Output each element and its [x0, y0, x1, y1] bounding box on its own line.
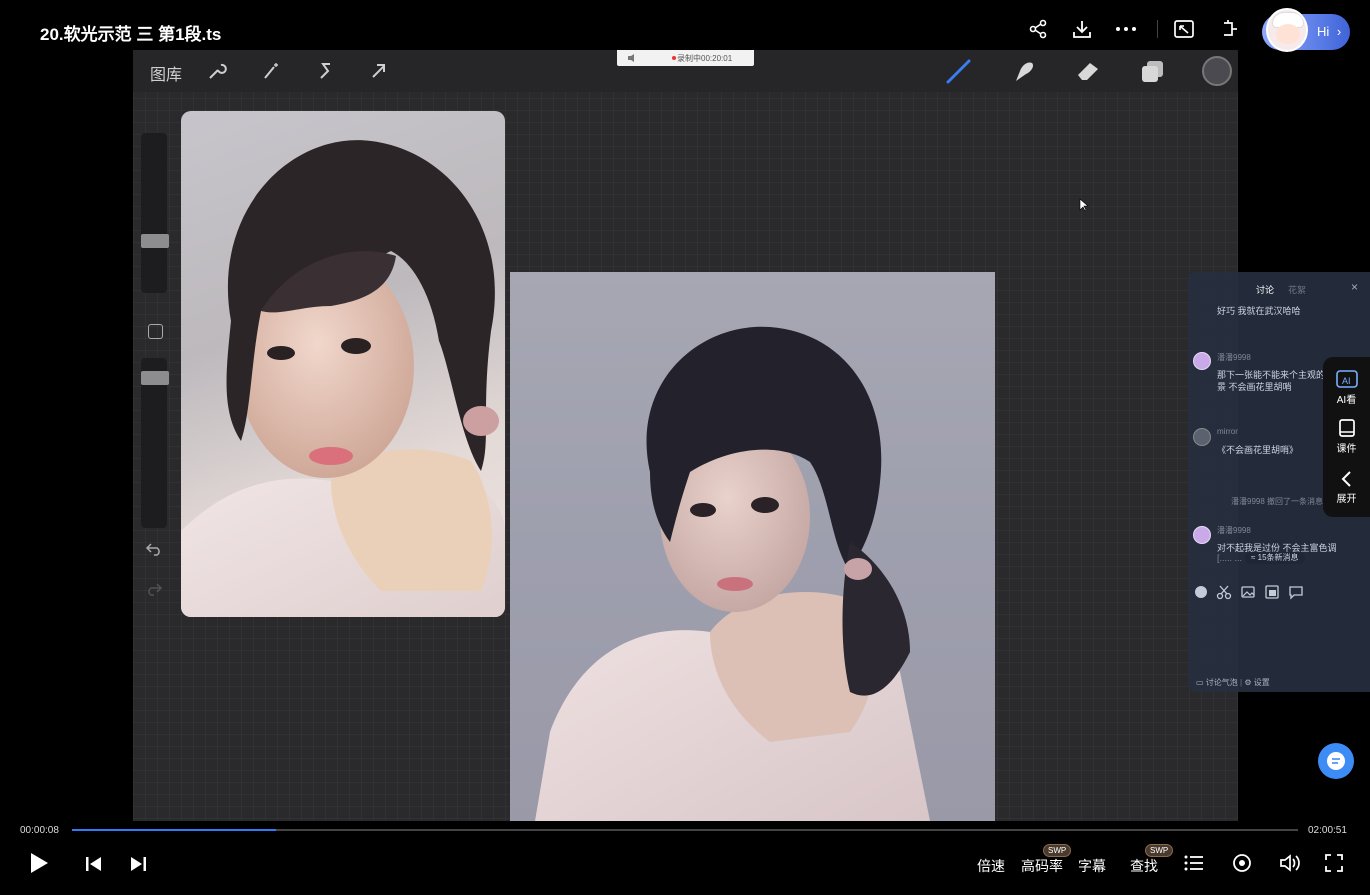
tab-discussion[interactable]: 讨论	[1256, 283, 1274, 296]
assistant-button[interactable]: Hi ›	[1262, 8, 1350, 52]
share-icon[interactable]	[1026, 17, 1050, 41]
opacity-slider	[141, 371, 169, 385]
fullscreen-icon[interactable]	[1324, 853, 1344, 873]
chevron-right-icon: ›	[1336, 24, 1342, 39]
chat-float-button[interactable]	[1318, 743, 1354, 779]
chat-system-notice: 潘潘9998 撤回了一条消息	[1231, 497, 1324, 506]
avatar	[1193, 428, 1211, 446]
more-icon[interactable]	[1114, 17, 1138, 41]
toolbar-divider	[1157, 20, 1158, 38]
modify-button	[148, 324, 163, 339]
assistant-label: Hi	[1317, 24, 1330, 39]
image-icon[interactable]	[1240, 584, 1256, 600]
emoji-icon[interactable]	[1193, 584, 1209, 600]
close-icon[interactable]: ×	[1351, 280, 1358, 294]
dock-expand[interactable]: 展开	[1323, 470, 1370, 505]
chat-settings-button[interactable]: 设置	[1254, 678, 1270, 687]
chat-username: 潘潘9998	[1217, 353, 1251, 362]
chat-message: 景 不会画花里胡哨	[1217, 382, 1292, 392]
speed-button[interactable]: 倍速	[977, 856, 1005, 876]
bitrate-button[interactable]: 高码率	[1021, 856, 1063, 876]
dock-ai-view-label: AI看	[1336, 395, 1357, 406]
screenshot-icon[interactable]	[1264, 584, 1280, 600]
search-button[interactable]: 查找	[1130, 856, 1158, 876]
new-messages-badge[interactable]: ≈ 15条新消息	[1245, 552, 1305, 564]
layers-icon	[1139, 57, 1167, 85]
brush-icon	[945, 57, 973, 85]
selection-icon	[315, 60, 337, 82]
color-swatch-icon	[1202, 56, 1232, 86]
quick-reply-icon[interactable]	[1288, 584, 1304, 600]
progress-bar[interactable]	[72, 829, 1298, 831]
chat-username: 潘潘9998	[1217, 526, 1251, 535]
player-controls: 00:00:08 02:00:51 倍速 高码率 SWP 字幕 查找 SWP	[0, 821, 1370, 895]
chevron-left-icon	[1341, 471, 1351, 487]
eraser-icon	[1074, 57, 1102, 85]
subtitle-button[interactable]: 字幕	[1078, 856, 1106, 876]
brush-size-slider	[141, 234, 169, 248]
chat-message: 《不会画花里胡哨》	[1217, 445, 1299, 455]
focus-mode-icon[interactable]	[1232, 853, 1252, 873]
progress-fill	[72, 829, 276, 831]
video-title: 20.软光示范 三 第1段.ts	[40, 25, 222, 44]
side-dock: AI AI看 课件 展开	[1323, 357, 1370, 517]
chat-bubble-icon: ▭	[1196, 678, 1204, 687]
magic-wand-icon	[260, 60, 282, 82]
dock-courseware[interactable]: 课件	[1323, 418, 1370, 455]
message-icon	[1327, 752, 1345, 770]
avatar	[1193, 352, 1211, 370]
dock-courseware-label: 课件	[1336, 444, 1357, 455]
previous-icon[interactable]	[85, 856, 103, 872]
side-rail	[137, 130, 169, 610]
chat-username: mirror	[1217, 427, 1238, 436]
recording-badge: 录制中00:20:01	[617, 50, 754, 66]
scissors-icon[interactable]	[1216, 584, 1232, 600]
volume-icon[interactable]	[1279, 853, 1301, 873]
next-icon[interactable]	[129, 856, 147, 872]
swp-badge: SWP	[1043, 844, 1072, 857]
pin-window-icon[interactable]	[1217, 17, 1241, 41]
video-frame[interactable]: 图库 录制中00:20:01	[133, 50, 1238, 821]
top-bar: 20.软光示范 三 第1段.ts Hi ›	[0, 0, 1370, 52]
app-toolbar: 图库 录制中00:20:01	[133, 50, 1238, 92]
chat-footer: ▭ 讨论气泡 | ⚙ 设置	[1196, 678, 1270, 687]
courseware-icon	[1338, 419, 1355, 437]
reference-photo	[181, 111, 505, 617]
bubble-toggle[interactable]: 讨论气泡	[1206, 678, 1238, 687]
mouse-cursor-icon	[1079, 198, 1089, 217]
dock-expand-label: 展开	[1336, 494, 1357, 505]
assistant-avatar	[1266, 8, 1308, 52]
playlist-icon[interactable]	[1184, 854, 1204, 872]
total-time: 02:00:51	[1308, 825, 1347, 836]
svg-text:AI: AI	[1342, 376, 1351, 386]
undo-icon	[145, 542, 163, 561]
tab-highlights[interactable]: 花絮	[1288, 283, 1306, 296]
current-time: 00:00:08	[20, 825, 59, 836]
wrench-icon	[206, 60, 228, 82]
smudge-icon	[1010, 57, 1038, 85]
download-icon[interactable]	[1070, 17, 1094, 41]
transform-arrow-icon	[368, 60, 390, 82]
painting-canvas	[510, 272, 995, 821]
chat-message: [..... ...	[1217, 553, 1243, 563]
redo-icon	[145, 582, 163, 601]
brush-size-track	[141, 133, 167, 293]
swp-badge: SWP	[1145, 844, 1174, 857]
play-icon[interactable]	[28, 851, 50, 875]
avatar	[1193, 526, 1211, 544]
dock-ai-view[interactable]: AI AI看	[1323, 369, 1370, 406]
chat-message: 好巧 我就在武汉哈哈	[1217, 306, 1301, 316]
gallery-button: 图库	[150, 67, 183, 84]
picture-in-picture-icon[interactable]	[1172, 17, 1196, 41]
gear-icon: ⚙	[1244, 678, 1252, 687]
ai-view-icon: AI	[1335, 370, 1358, 388]
recording-time: 录制中00:20:01	[677, 54, 733, 63]
